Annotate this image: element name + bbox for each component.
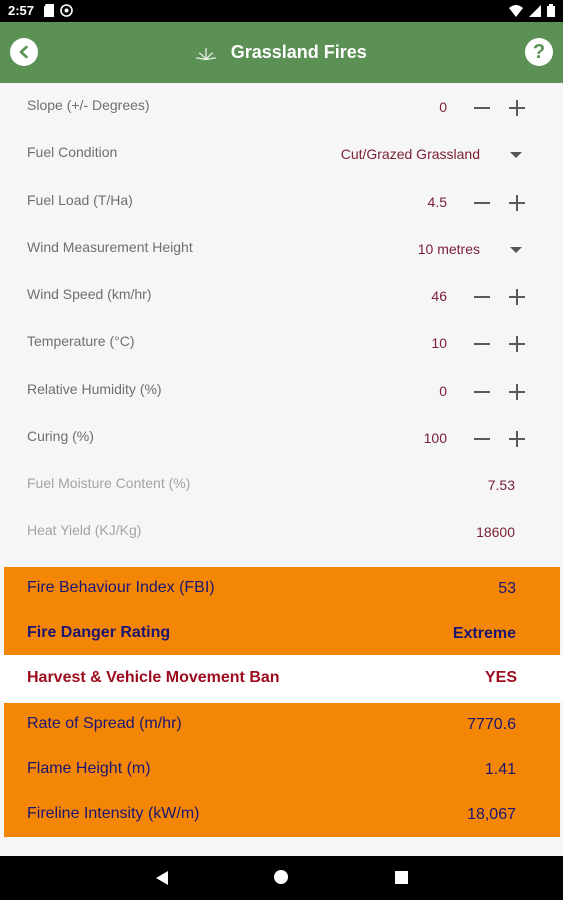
nav-recents-icon[interactable]: [395, 871, 408, 884]
humidity-increment-button[interactable]: [504, 379, 530, 405]
status-bar: 2:57: [0, 0, 563, 22]
fuel-condition-dropdown-arrow-icon[interactable]: [510, 152, 522, 158]
grass-icon: [196, 47, 217, 60]
curing-label: Curing (%): [27, 428, 94, 444]
ban-value: YES: [484, 669, 517, 686]
fireline-intensity-label: Fireline Intensity (kW/m): [27, 805, 200, 822]
wind-height-dropdown-arrow-icon[interactable]: [510, 247, 522, 253]
rate-of-spread-label: Rate of Spread (m/hr): [27, 715, 182, 732]
nav-home-icon[interactable]: [274, 870, 288, 884]
heat-yield-value: 18600: [476, 524, 515, 540]
slope-increment-button[interactable]: [504, 95, 530, 121]
behaviour-block: Rate of Spread (m/hr) 7770.6 Flame Heigh…: [4, 703, 560, 837]
status-time: 2:57: [8, 3, 35, 18]
temperature-decrement-button[interactable]: [469, 331, 495, 357]
wind-speed-label: Wind Speed (km/hr): [27, 286, 152, 302]
fuel-load-decrement-button[interactable]: [469, 190, 495, 216]
temperature-label: Temperature (°C): [27, 333, 135, 349]
curing-decrement-button[interactable]: [469, 426, 495, 452]
fuel-condition-dropdown[interactable]: Cut/Grazed Grassland: [341, 146, 480, 162]
fuel-load-label: Fuel Load (T/Ha): [27, 192, 133, 208]
fuel-load-value: 4.5: [427, 194, 447, 210]
wind-height-label: Wind Measurement Height: [27, 239, 193, 255]
humidity-label: Relative Humidity (%): [27, 381, 162, 397]
wind-speed-value: 46: [431, 288, 447, 304]
rate-of-spread-row: Rate of Spread (m/hr) 7770.6: [4, 703, 560, 747]
danger-rating-row: Fire Danger Rating Extreme: [4, 612, 560, 656]
nav-back-icon[interactable]: [155, 870, 169, 886]
humidity-decrement-button[interactable]: [469, 379, 495, 405]
fuel-moisture-row: Fuel Moisture Content (%) 7.53: [0, 465, 563, 512]
fuel-moisture-value: 7.53: [487, 477, 515, 493]
help-button[interactable]: ?: [525, 38, 553, 66]
sd-card-icon: [44, 4, 54, 17]
help-icon: ?: [532, 40, 546, 63]
curing-row: Curing (%) 100: [0, 418, 563, 465]
flame-height-value: 1.41: [484, 761, 516, 778]
slope-decrement-button[interactable]: [469, 95, 495, 121]
page-title: Grassland Fires: [230, 42, 367, 62]
temperature-row: Temperature (°C) 10: [0, 323, 563, 370]
signal-icon: [529, 4, 541, 17]
fbi-value: 53: [498, 580, 516, 597]
notification-icon: [60, 4, 73, 17]
wind-speed-decrement-button[interactable]: [469, 284, 495, 310]
fuel-moisture-label: Fuel Moisture Content (%): [27, 475, 191, 491]
heat-yield-label: Heat Yield (KJ/Kg): [27, 522, 142, 538]
curing-increment-button[interactable]: [504, 426, 530, 452]
battery-icon: [547, 4, 555, 17]
wind-height-row: Wind Measurement Height 10 metres: [0, 229, 563, 276]
wind-speed-row: Wind Speed (km/hr) 46: [0, 276, 563, 323]
heat-yield-row: Heat Yield (KJ/Kg) 18600: [0, 512, 563, 559]
slope-row: Slope (+/- Degrees) 0: [0, 87, 563, 134]
ban-label: Harvest & Vehicle Movement Ban: [27, 669, 280, 686]
fbi-row: Fire Behaviour Index (FBI) 53: [4, 567, 560, 611]
fireline-intensity-row: Fireline Intensity (kW/m) 18,067: [4, 793, 560, 837]
humidity-row: Relative Humidity (%) 0: [0, 371, 563, 418]
slope-value: 0: [439, 99, 447, 115]
wind-height-dropdown[interactable]: 10 metres: [418, 241, 480, 257]
fbi-label: Fire Behaviour Index (FBI): [27, 579, 215, 596]
fireline-intensity-value: 18,067: [467, 806, 516, 823]
flame-height-label: Flame Height (m): [27, 760, 151, 777]
wind-speed-increment-button[interactable]: [504, 284, 530, 310]
app-bar: Grassland Fires ?: [0, 22, 563, 83]
ban-row: Harvest & Vehicle Movement Ban YES: [0, 655, 563, 701]
danger-rating-label: Fire Danger Rating: [27, 624, 171, 641]
rate-of-spread-value: 7770.6: [467, 716, 516, 733]
slope-label: Slope (+/- Degrees): [27, 97, 150, 113]
rating-block: Fire Behaviour Index (FBI) 53 Fire Dange…: [4, 567, 560, 657]
fuel-condition-row: Fuel Condition Cut/Grazed Grassland: [0, 134, 563, 181]
fuel-load-increment-button[interactable]: [504, 190, 530, 216]
system-nav-bar: [0, 856, 563, 900]
temperature-value: 10: [431, 335, 447, 351]
curing-value: 100: [423, 430, 447, 446]
fuel-condition-label: Fuel Condition: [27, 144, 118, 160]
wifi-icon: [509, 4, 523, 17]
humidity-value: 0: [439, 383, 447, 399]
danger-rating-value: Extreme: [452, 625, 516, 642]
temperature-increment-button[interactable]: [504, 331, 530, 357]
fuel-load-row: Fuel Load (T/Ha) 4.5: [0, 182, 563, 229]
flame-height-row: Flame Height (m) 1.41: [4, 748, 560, 792]
